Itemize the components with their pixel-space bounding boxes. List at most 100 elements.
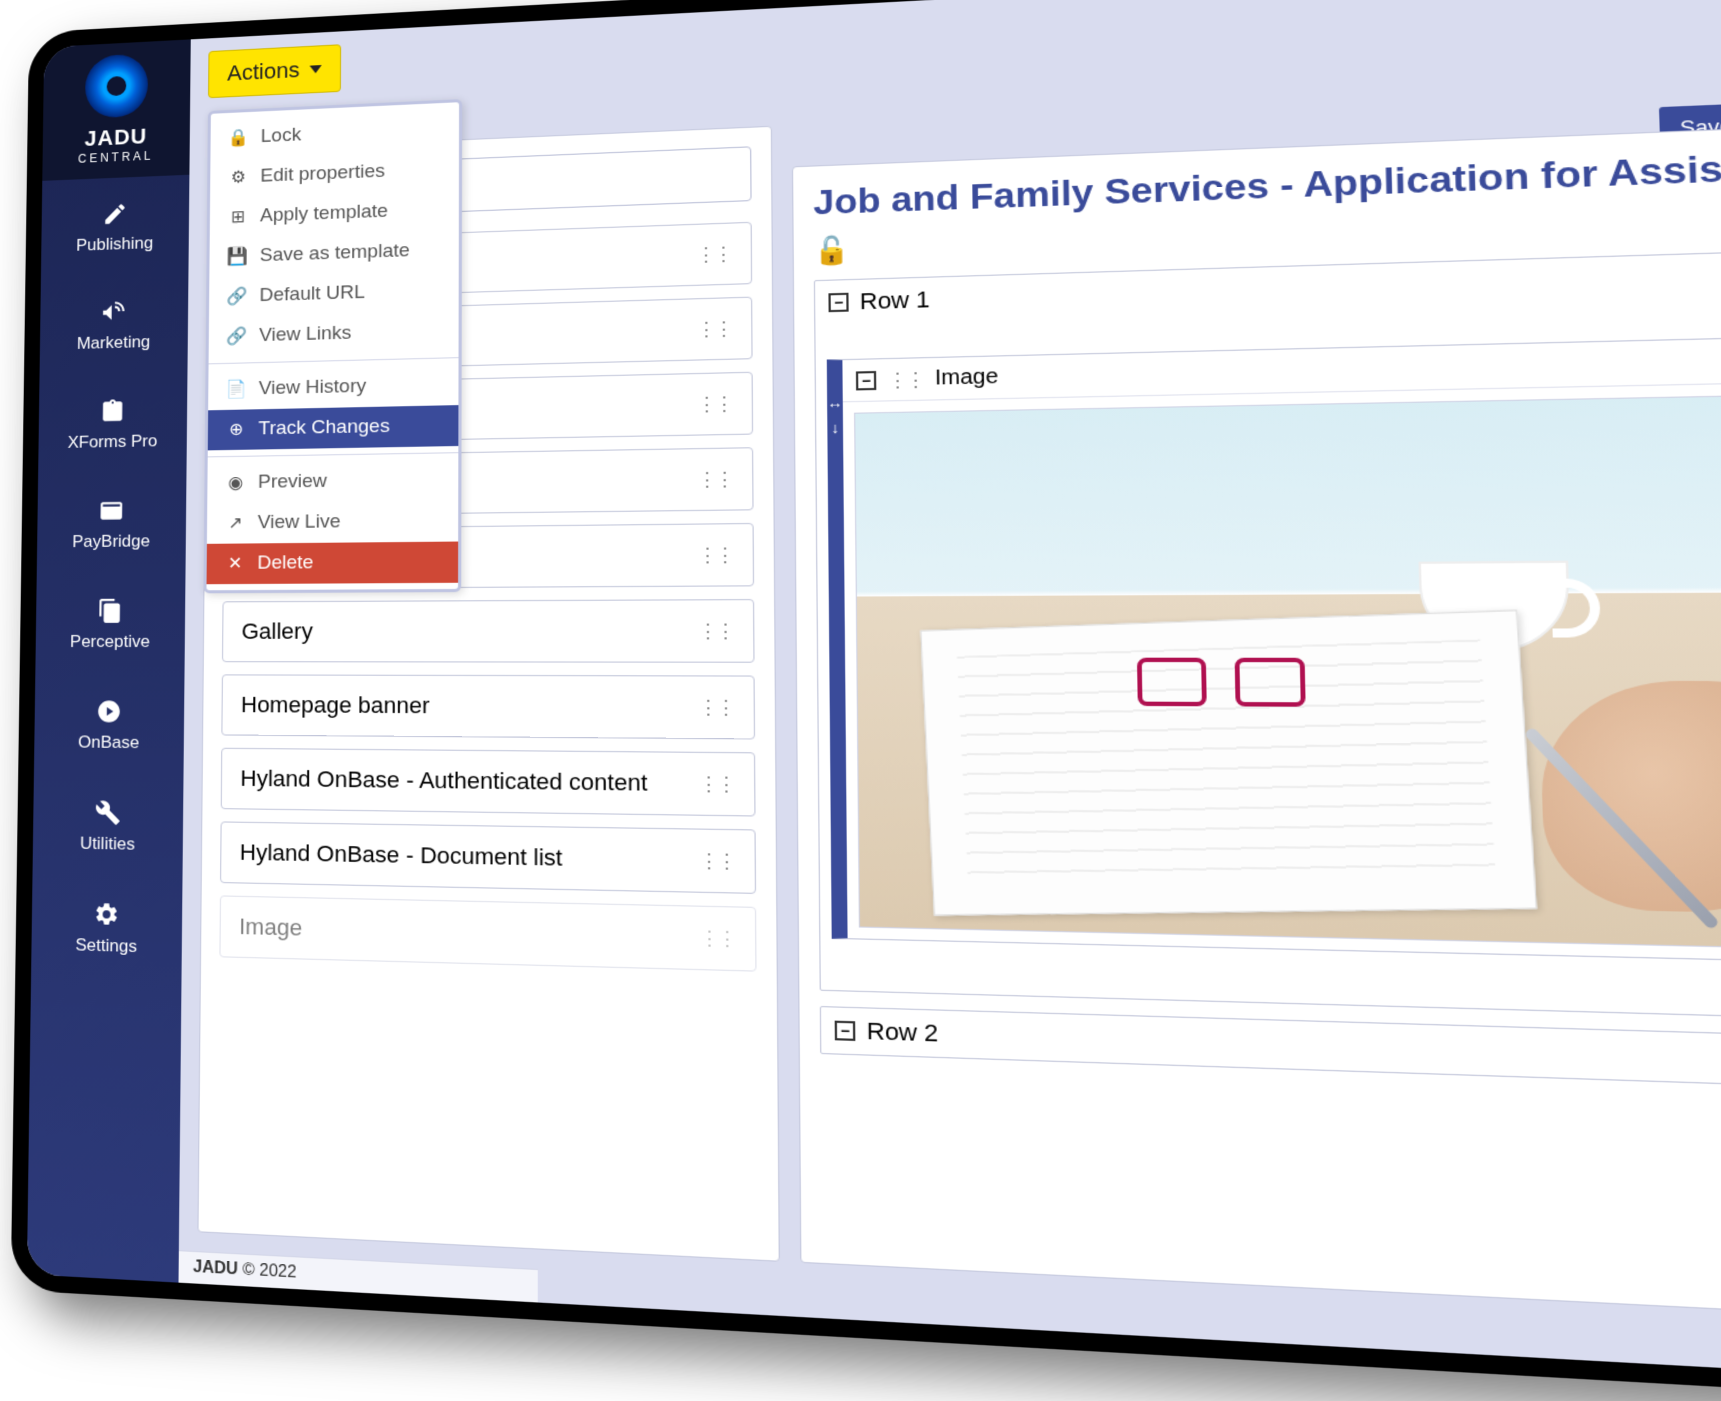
drag-handle-icon[interactable] <box>697 399 732 408</box>
page-title-text: Job and Family Services - Application fo… <box>813 141 1721 225</box>
widget-label: Gallery <box>241 618 312 645</box>
drag-handle-icon[interactable] <box>697 324 732 333</box>
footer-brand: JADU <box>193 1258 238 1278</box>
menu-item-label: View Live <box>258 511 341 534</box>
circle-arrow-icon <box>94 696 124 726</box>
menu-item-track-changes[interactable]: ⊕Track Changes <box>208 405 459 450</box>
sidebar-item-label: Marketing <box>77 332 151 354</box>
copy-icon <box>95 596 125 626</box>
drag-handle-icon[interactable] <box>699 779 734 788</box>
close-icon: ✕ <box>225 554 245 574</box>
actions-menu: 🔒Lock ⚙Edit properties ⊞Apply template 💾… <box>203 99 462 593</box>
drag-handle-icon[interactable] <box>887 375 923 384</box>
drag-handle-icon[interactable] <box>699 856 735 865</box>
widget-label: Homepage banner <box>241 692 430 720</box>
menu-item-label: View History <box>259 376 367 401</box>
widget-label: Image <box>239 913 302 941</box>
brand-sub: CENTRAL <box>78 149 154 166</box>
card-icon <box>96 496 126 526</box>
sidebar-item-paybridge[interactable]: PayBridge <box>37 495 186 553</box>
drag-handle-icon[interactable] <box>699 934 735 943</box>
side-arrows: ↔ ↓ <box>827 394 843 437</box>
eye-icon: ◉ <box>226 473 246 493</box>
menu-section-2: 📄 View History ⊕Track Changes <box>208 358 459 457</box>
actions-button[interactable]: Actions <box>208 44 341 98</box>
sidebar-item-utilities[interactable]: Utilities <box>33 796 183 855</box>
sidebar-item-label: OnBase <box>78 732 139 753</box>
menu-item-label: Preview <box>258 471 327 494</box>
menu-item-view-live[interactable]: ↗ View Live <box>207 500 458 543</box>
drag-handle-icon[interactable] <box>697 475 732 484</box>
link-icon: 🔗 <box>227 326 247 347</box>
drag-handle-icon[interactable] <box>696 249 731 258</box>
menu-item-default-url[interactable]: 🔗Default URL <box>209 270 459 318</box>
menu-item-label: Apply template <box>260 201 388 228</box>
menu-item-label: Track Changes <box>258 416 389 441</box>
row-2: − Row 2 <box>820 1006 1721 1090</box>
row-2-head: − Row 2 <box>821 1007 1721 1088</box>
logo-icon <box>85 53 148 118</box>
menu-item-label: Edit properties <box>260 161 385 188</box>
sidebar-item-perceptive[interactable]: Perceptive <box>36 595 186 652</box>
widget-item[interactable]: Homepage banner <box>221 674 755 739</box>
brand-name: JADU <box>84 124 147 152</box>
arrow-down-icon[interactable]: ↓ <box>831 419 839 436</box>
widget-item[interactable]: Gallery <box>222 599 755 663</box>
caret-down-icon <box>310 65 322 74</box>
layout-panel: Job and Family Services - Application fo… <box>792 123 1721 1320</box>
sidebar-item-settings[interactable]: Settings <box>31 897 182 958</box>
gear-icon <box>91 899 121 930</box>
hand-graphic <box>1539 681 1721 915</box>
widget-label: Hyland OnBase - Authenticated content <box>240 765 647 797</box>
menu-item-label: Lock <box>261 124 302 148</box>
menu-item-label: Save as template <box>260 240 410 267</box>
sidebar-item-label: XForms Pro <box>67 431 157 453</box>
footer-copyright: © 2022 <box>242 1261 296 1282</box>
image-preview <box>854 394 1721 951</box>
image-widget-block: ↔ ↓ − Image ✎ <box>827 335 1721 964</box>
save-icon: 💾 <box>227 247 247 268</box>
collapse-toggle[interactable]: − <box>856 370 876 389</box>
external-link-icon: ↗ <box>225 513 245 533</box>
move-left-icon[interactable]: ↔ <box>827 394 843 411</box>
drag-handle-icon[interactable] <box>698 551 733 560</box>
collapse-toggle[interactable]: − <box>828 293 848 312</box>
sidebar-item-label: Settings <box>75 935 137 957</box>
lock-icon: 🔒 <box>229 128 249 149</box>
sidebar-item-label: Perceptive <box>70 632 150 652</box>
menu-item-label: View Links <box>259 322 351 347</box>
collapse-toggle[interactable]: − <box>835 1021 856 1041</box>
clipboard-icon <box>98 396 128 426</box>
bullhorn-icon <box>99 297 129 327</box>
logo[interactable]: JADU CENTRAL <box>42 39 190 180</box>
template-icon: ⊞ <box>228 207 248 228</box>
wrench-icon <box>93 797 123 828</box>
pencil-icon <box>100 199 130 230</box>
document-icon: 📄 <box>226 379 246 399</box>
sidebar: JADU CENTRAL Publishing Marketing XForms… <box>27 39 191 1282</box>
sidebar-item-onbase[interactable]: OnBase <box>34 696 184 754</box>
paper-graphic <box>920 610 1537 916</box>
menu-item-delete[interactable]: ✕ Delete <box>207 542 459 585</box>
main-area: Actions 🔒Lock ⚙Edit properties ⊞Apply te… <box>179 0 1721 1381</box>
row-1: − Row 1 ↓ ✕ ↔ ↓ <box>814 248 1721 1021</box>
sidebar-item-xforms[interactable]: XForms Pro <box>38 395 187 454</box>
device-frame: JADU CENTRAL Publishing Marketing XForms… <box>11 0 1721 1401</box>
menu-item-label: Default URL <box>259 282 365 307</box>
drag-handle-icon[interactable] <box>698 627 733 636</box>
glasses-graphic <box>1137 658 1306 703</box>
sidebar-item-publishing[interactable]: Publishing <box>41 196 189 256</box>
image-block-label: Image <box>935 365 999 391</box>
widget-item[interactable]: Image <box>219 895 756 971</box>
menu-item-preview[interactable]: ◉ Preview <box>207 459 458 503</box>
widget-label: Hyland OnBase - Document list <box>240 839 563 872</box>
menu-item-view-history[interactable]: 📄 View History <box>208 364 458 410</box>
menu-item-label: Delete <box>257 552 313 575</box>
widget-item[interactable]: Hyland OnBase - Authenticated content <box>221 748 756 817</box>
menu-item-view-links[interactable]: 🔗 View Links <box>209 310 459 357</box>
drag-handle-icon[interactable] <box>698 703 733 712</box>
widget-item[interactable]: Hyland OnBase - Document list <box>220 821 756 893</box>
row-label: Row 1 <box>860 286 930 315</box>
sidebar-item-marketing[interactable]: Marketing <box>40 295 188 354</box>
actions-button-label: Actions <box>227 57 300 86</box>
